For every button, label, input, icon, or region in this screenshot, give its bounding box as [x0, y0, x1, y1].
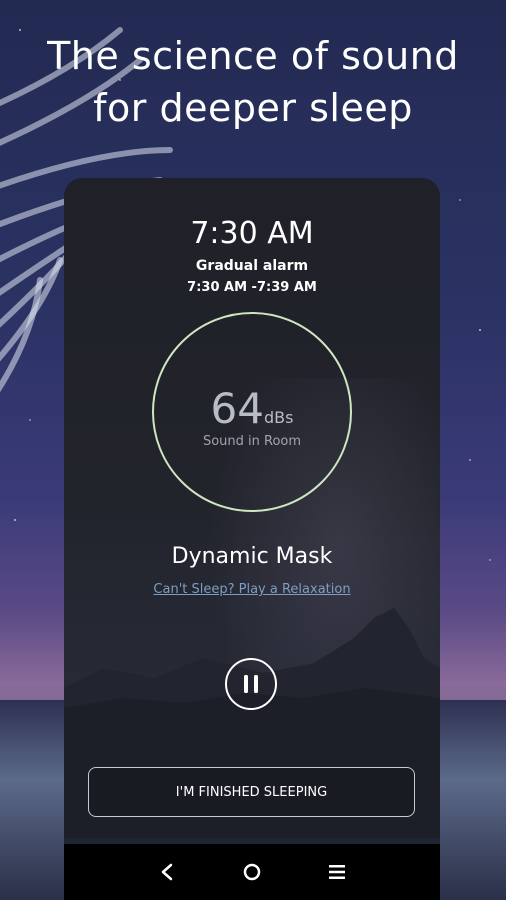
headline-line-1: The science of sound	[47, 34, 459, 78]
sound-level-value: 64	[210, 384, 264, 433]
sound-level-unit: dBs	[263, 408, 294, 427]
sound-level-readout: 64dBs	[64, 384, 440, 433]
alarm-range: 7:30 AM -7:39 AM	[187, 280, 317, 295]
phone-screen: 7:30 AM Gradual alarm 7:30 AM -7:39 AM 6…	[64, 178, 440, 900]
nav-back-button[interactable]	[147, 852, 187, 892]
home-icon	[243, 863, 261, 881]
nav-home-button[interactable]	[232, 852, 272, 892]
alarm-time: 7:30 AM	[190, 216, 314, 251]
pause-icon	[244, 675, 258, 693]
android-nav-bar	[64, 844, 440, 900]
back-icon	[161, 863, 172, 881]
alarm-label: Gradual alarm	[195, 258, 309, 274]
finished-sleeping-button[interactable]: I'M FINISHED SLEEPING	[88, 767, 415, 817]
relaxation-link[interactable]: Can't Sleep? Play a Relaxation	[64, 582, 440, 597]
pause-button[interactable]	[225, 658, 277, 710]
mode-title: Dynamic Mask	[171, 544, 333, 569]
nav-menu-button[interactable]	[317, 852, 357, 892]
headline-line-2: for deeper sleep	[93, 86, 413, 130]
sound-level-caption: Sound in Room	[202, 434, 302, 449]
headline: The science of sound for deeper sleep	[0, 30, 506, 134]
menu-icon	[329, 865, 346, 879]
